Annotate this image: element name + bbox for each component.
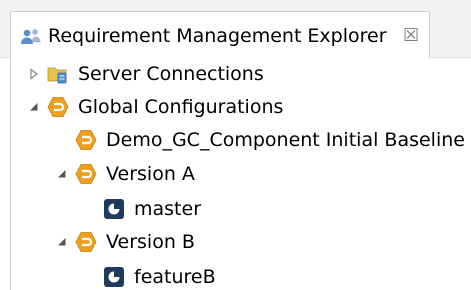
tree-item-label: master [134,198,202,220]
view-title: Requirement Management Explorer [48,25,387,47]
global-config-icon [75,164,97,184]
global-config-icon [47,97,69,117]
tree-item-label: Global Configurations [78,96,284,118]
explorer-tree: Server Connections Global Configurations… [0,57,471,290]
stream-icon [104,267,124,287]
people-icon [21,29,41,44]
folder-server-icon [47,67,67,84]
tree-item-label: Demo_GC_Component Initial Baseline [106,129,465,151]
collapse-arrow-icon[interactable] [27,100,41,114]
tree-item-label: Server Connections [78,63,264,85]
tree-item-master[interactable]: master [0,195,471,225]
tree-item-featureb[interactable]: featureB [0,263,471,290]
tree-item-label: Version A [106,163,195,185]
expand-arrow-icon[interactable] [27,67,41,81]
global-config-icon [75,232,97,252]
stream-icon [104,199,124,219]
tree-item-global-configurations[interactable]: Global Configurations [0,93,471,123]
tree-item-server-connections[interactable]: Server Connections [0,60,471,90]
collapse-arrow-icon[interactable] [55,167,69,181]
tree-item-version-a[interactable]: Version A [0,160,471,190]
global-config-icon [75,130,97,150]
view-tab-strip: Requirement Management Explorer ☒ [0,0,471,58]
close-icon[interactable]: ☒ [403,24,419,48]
tree-item-version-b[interactable]: Version B [0,228,471,258]
collapse-arrow-icon[interactable] [55,235,69,249]
explorer-view: Requirement Management Explorer ☒ Server… [0,0,471,290]
tree-item-baseline[interactable]: Demo_GC_Component Initial Baseline [0,126,471,156]
tree-item-label: Version B [106,231,195,253]
view-tab[interactable]: Requirement Management Explorer ☒ [10,11,430,58]
tree-item-label: featureB [134,266,216,288]
